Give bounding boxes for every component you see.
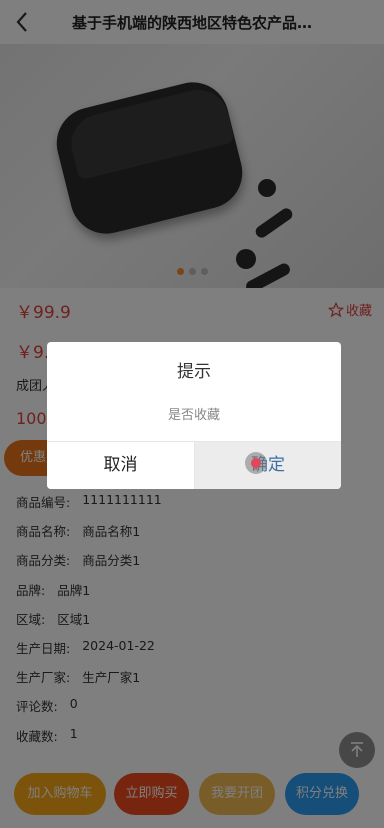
confirm-dialog: 提示 是否收藏 取消 确定 xyxy=(47,342,341,489)
product-detail-page: 基于手机端的陕西地区特色农产品电商平台 ￥99.9 收藏 ￥9... 成团人 1… xyxy=(0,0,384,828)
cancel-button[interactable]: 取消 xyxy=(47,442,194,489)
confirm-button[interactable]: 确定 xyxy=(194,442,341,489)
touch-indicator xyxy=(245,452,267,474)
dialog-title: 提示 xyxy=(177,362,211,382)
dialog-message: 是否收藏 xyxy=(167,408,220,423)
touch-point xyxy=(251,458,261,468)
